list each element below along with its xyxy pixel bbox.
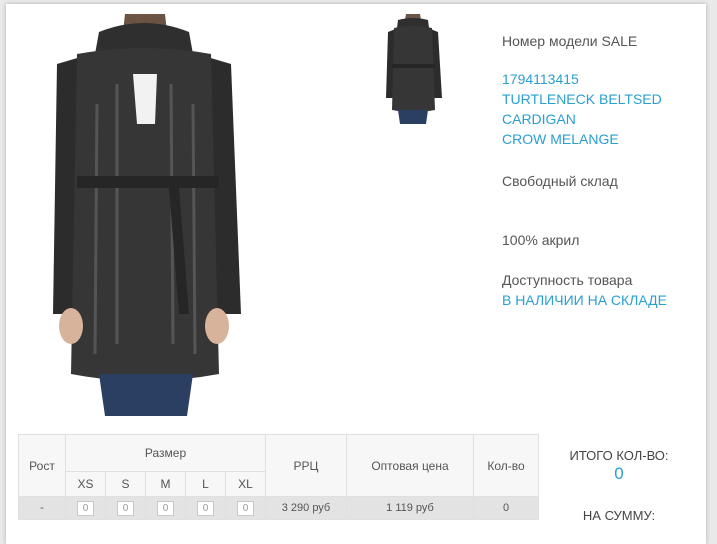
model-number: Номер модели SALE — [502, 33, 638, 49]
product-thumbnail[interactable] — [372, 14, 454, 124]
table-header-row: Рост Размер РРЦ Оптовая цена Кол-во — [18, 434, 539, 497]
warehouse-label: Свободный склад — [502, 173, 618, 189]
header-height: Рост — [18, 434, 66, 497]
size-l: L — [185, 471, 226, 497]
header-size: Размер — [65, 434, 266, 472]
product-main-image — [53, 14, 241, 416]
cell-l — [185, 496, 226, 520]
product-card: Номер модели SALE 1794113415 TURTLENECK … — [6, 4, 706, 544]
rrp-value: 3 290 руб — [265, 496, 347, 520]
cell-xl — [225, 496, 266, 520]
row-qty-value: 0 — [473, 496, 539, 520]
header-wholesale-price: Оптовая цена — [346, 434, 474, 497]
total-qty-value: 0 — [614, 464, 624, 483]
size-xl: XL — [225, 471, 266, 497]
row-height-value: - — [18, 496, 66, 520]
size-m: M — [145, 471, 186, 497]
product-name-line-3[interactable]: CROW MELANGE — [502, 129, 619, 149]
table-row: - 3 290 руб 1 119 руб 0 — [18, 496, 539, 520]
header-qty: Кол-во — [473, 434, 539, 497]
availability-label: Доступность товара — [502, 272, 633, 288]
product-name-line-2[interactable]: CARDIGAN — [502, 109, 576, 129]
header-rrp: РРЦ — [265, 434, 347, 497]
qty-input-s[interactable] — [117, 500, 134, 516]
wholesale-price-value: 1 119 руб — [346, 496, 474, 520]
product-name-line-1[interactable]: TURTLENECK BELTSED — [502, 89, 662, 109]
qty-input-xs[interactable] — [77, 500, 94, 516]
order-table: Рост Размер РРЦ Оптовая цена Кол-во XS S… — [18, 434, 539, 520]
cell-s — [105, 496, 146, 520]
composition: 100% акрил — [502, 232, 580, 248]
cell-m — [145, 496, 186, 520]
qty-input-m[interactable] — [157, 500, 174, 516]
total-sum-label: НА СУММУ: — [582, 508, 656, 523]
availability-status: В НАЛИЧИИ НА СКЛАДЕ — [502, 292, 667, 308]
size-s: S — [105, 471, 146, 497]
qty-input-l[interactable] — [197, 500, 214, 516]
size-xs: XS — [65, 471, 106, 497]
total-qty-label: ИТОГО КОЛ-ВО: — [569, 448, 669, 463]
qty-input-xl[interactable] — [237, 500, 254, 516]
cell-xs — [65, 496, 106, 520]
product-sku-link[interactable]: 1794113415 — [502, 69, 579, 89]
